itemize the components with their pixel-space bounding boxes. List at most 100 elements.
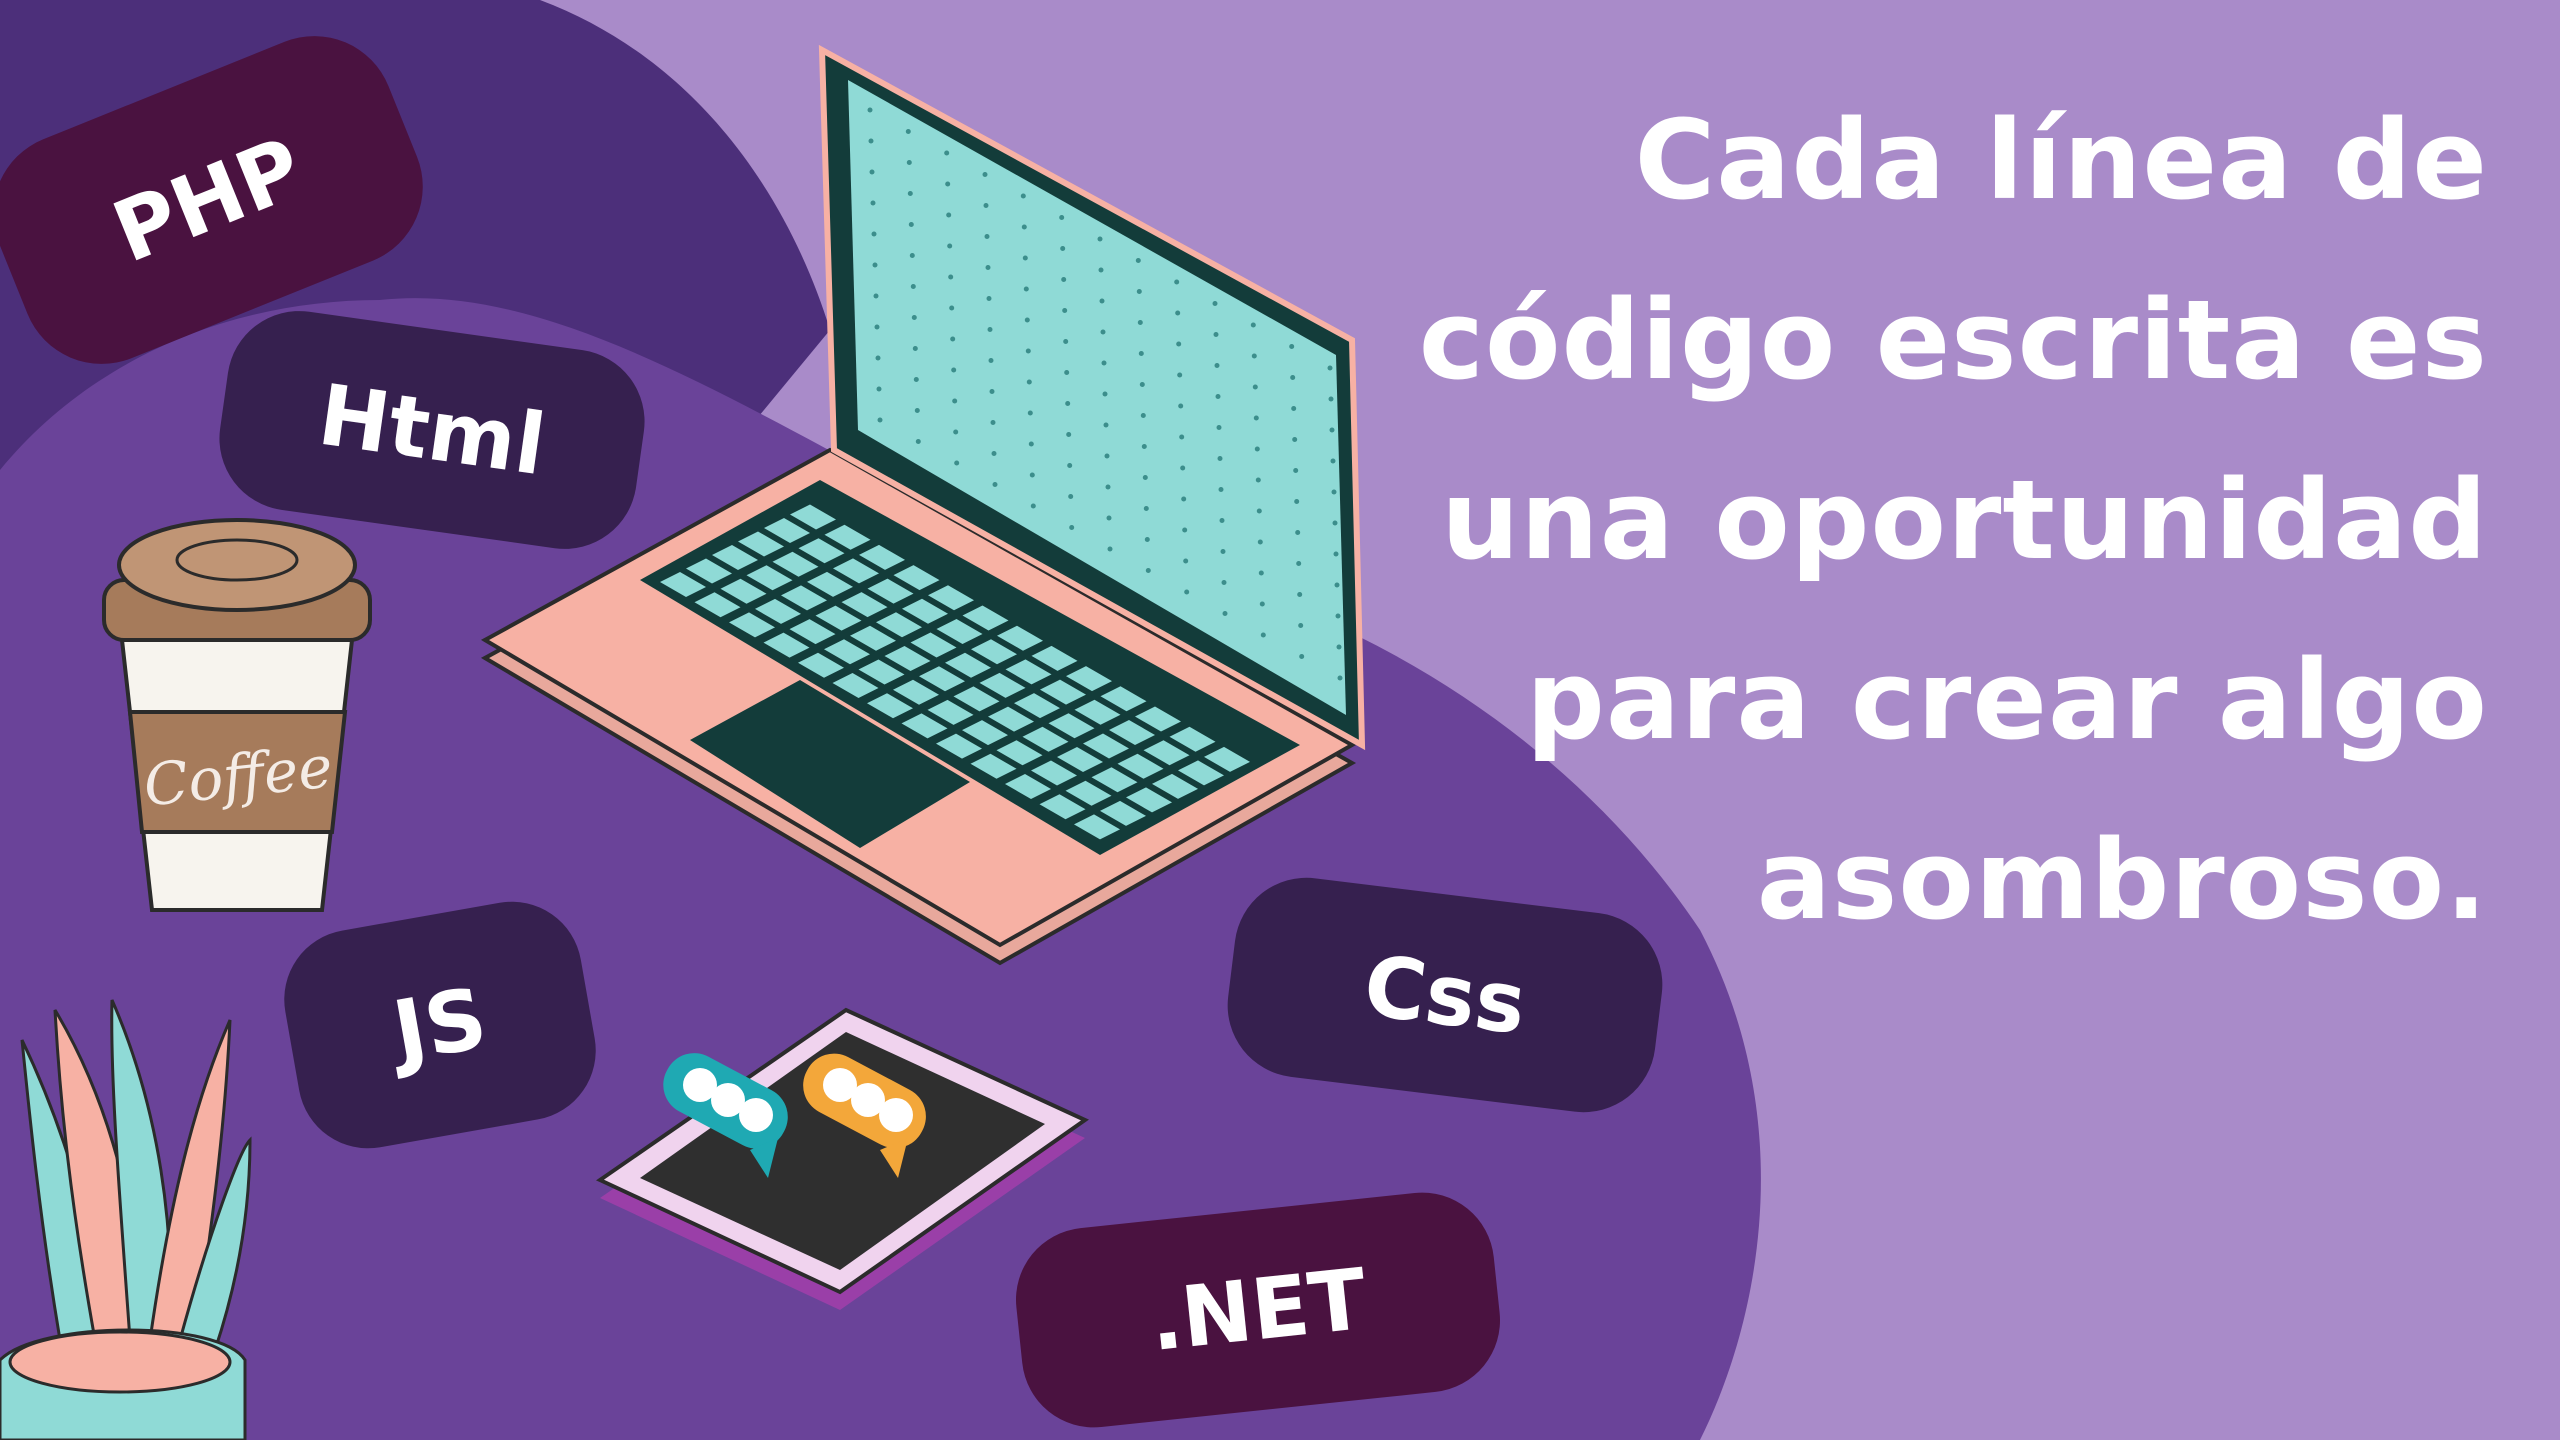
screen-dot [1174,279,1180,285]
screen-dot [1145,568,1151,573]
screen-dot [1059,215,1065,220]
screen-dot [1060,246,1066,251]
screen-dot [871,231,877,237]
screen-dot [1183,558,1189,564]
screen-dot [914,408,920,413]
screen-dot [1021,224,1027,230]
screen-dot [1028,441,1034,447]
screen-dot [988,358,994,363]
screen-dot [1020,193,1026,199]
screen-dot [1250,322,1256,328]
screen-dot [1098,267,1104,273]
screen-dot [1024,317,1030,323]
screen-dot [954,460,960,466]
screen-dot [1063,339,1069,344]
screen-dot [1218,487,1224,492]
screen-dot [986,296,992,301]
headline-line-1: Cada línea de [1634,96,2488,224]
screen-dot [950,336,956,342]
screen-dot [1067,463,1073,468]
screen-dot [1022,255,1028,261]
screen-dot [1259,601,1265,607]
screen-dot [869,169,875,175]
screen-dot [1256,508,1262,514]
screen-dot [1061,277,1067,282]
screen-dot [1251,353,1257,359]
headline-line-2: código escrita es [1418,276,2488,404]
screen-dot [1140,413,1146,418]
screen-dot [951,367,957,373]
screen-dot [1184,589,1190,595]
headline-line-4: para crear algo [1526,636,2488,764]
screen-dot [911,315,917,320]
screen-dot [874,324,880,330]
screen-dot [984,234,990,239]
screen-dot [948,274,954,280]
screen-dot [913,377,919,382]
screen-dot [1257,539,1263,545]
screen-dot [1065,401,1071,406]
screen-dot [982,172,988,177]
screen-dot [953,429,959,435]
screen-dot [1221,580,1227,585]
screen-dot [1136,289,1142,294]
screen-dot [910,284,916,289]
screen-dot [1141,444,1147,449]
screen-dot [1102,391,1108,397]
screen-dot [1103,422,1109,428]
screen-dot [1099,298,1105,304]
screen-dot [1254,446,1260,452]
screen-dot [1030,503,1036,509]
screen-dot [991,451,997,456]
screen-dot [1068,494,1074,499]
screen-dot [872,262,878,268]
screen-dot [1135,258,1141,263]
screen-dot [1220,549,1226,554]
screen-dot [987,327,993,332]
screen-dot [946,212,952,218]
screen-dot [1097,236,1103,242]
screen-dot [1062,308,1068,313]
screen-dot [1179,434,1185,440]
screen-dot [877,417,883,423]
screen-dot [909,253,915,258]
screen-dot [868,138,874,144]
screen-dot [990,420,996,425]
screen-dot [952,398,958,404]
screen-dot [1258,570,1264,576]
screen-dot [907,191,913,196]
screen-dot [992,482,998,487]
screen-dot [1212,301,1218,306]
screen-dot [1143,506,1149,511]
screen-dot [1253,415,1259,421]
screen-dot [1023,286,1029,292]
screen-dot [1069,525,1075,530]
screen-dot [1142,475,1148,480]
screen-dot [945,181,951,187]
screen-dot [905,129,911,134]
screen-dot [985,265,991,270]
screen-dot [1214,363,1220,368]
screen-dot [1177,372,1183,378]
screen-dot [1260,632,1266,638]
screen-dot [1101,360,1107,366]
headline: Cada línea de código escrita es una opor… [1268,70,2488,970]
screen-dot [1219,518,1225,523]
screen-dot [1217,456,1223,461]
screen-dot [1138,351,1144,356]
screen-dot [873,293,879,299]
screen-dot [908,222,914,227]
screen-dot [1144,537,1150,542]
screen-dot [915,439,921,444]
plant-soil [8,1330,232,1394]
screen-dot [1255,477,1261,483]
screen-dot [1025,348,1031,354]
screen-dot [944,150,950,156]
screen-dot [1104,453,1110,459]
screen-dot [1178,403,1184,409]
coffee-cup-icon: Coffee [102,518,372,912]
screen-dot [1182,527,1188,533]
screen-dot [1066,432,1072,437]
screen-dot [876,386,882,392]
screen-dot [1175,310,1181,316]
